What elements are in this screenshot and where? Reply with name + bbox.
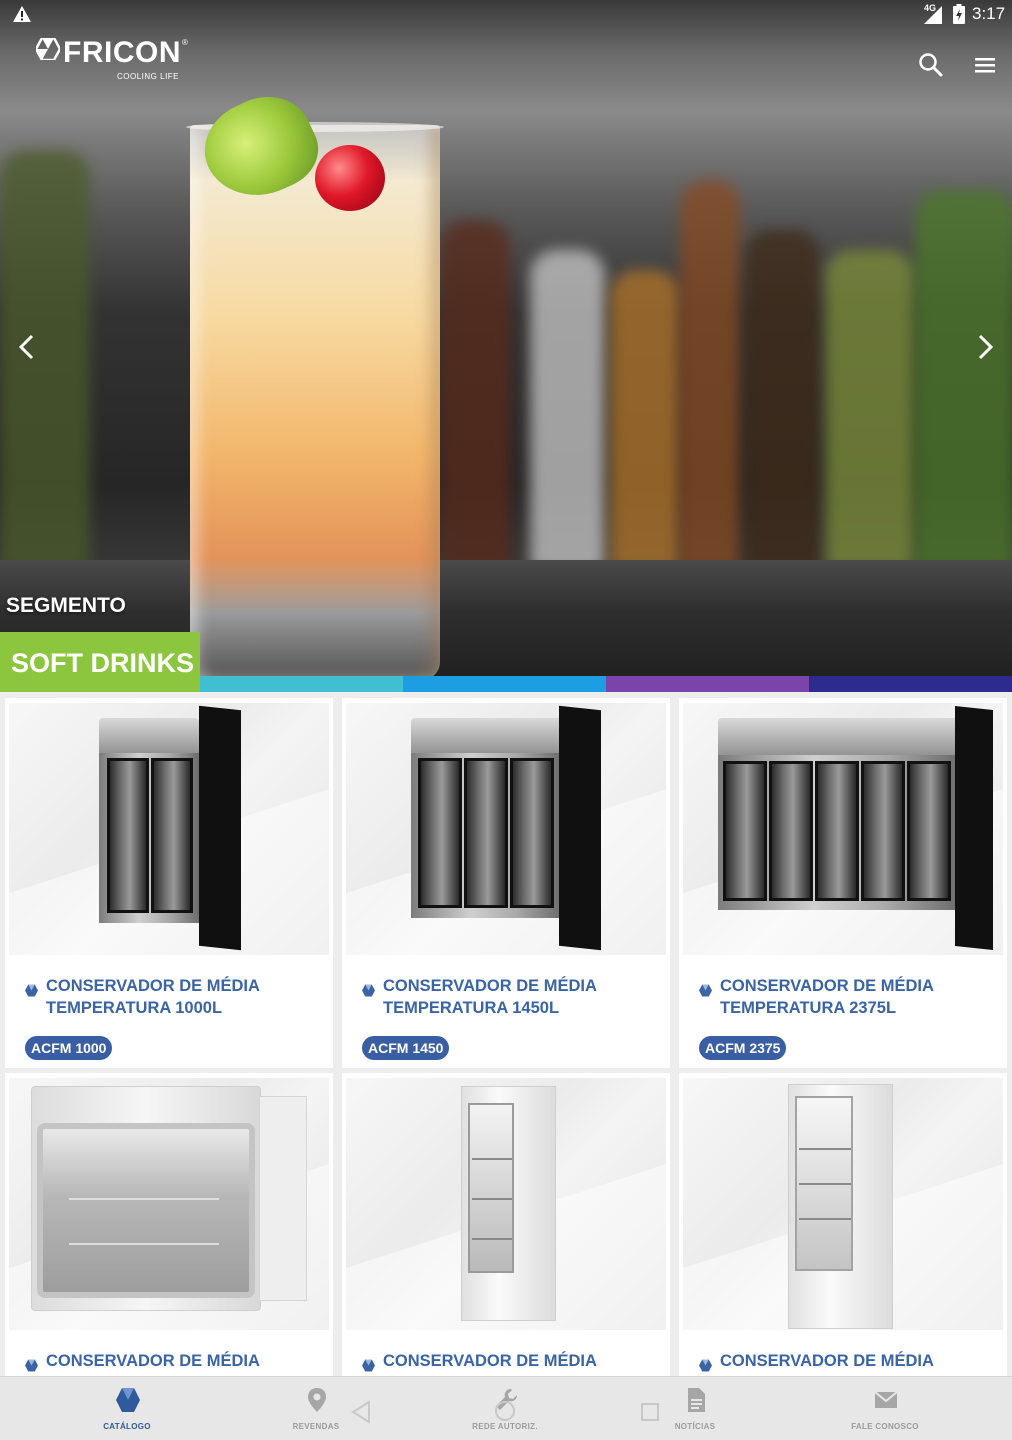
map-pin-icon xyxy=(308,1388,326,1412)
product-card[interactable]: CONSERVADOR DE MÉDIA TEMPERATURA 1000L A… xyxy=(5,698,333,1068)
fricon-mark-icon xyxy=(25,984,38,997)
product-image xyxy=(346,703,666,955)
fricon-logo[interactable]: FRICON ® COOLING LIFE xyxy=(36,36,196,86)
catalog-icon xyxy=(116,1388,140,1412)
fricon-mark-icon xyxy=(362,1359,375,1372)
product-image xyxy=(9,1078,329,1330)
nav-contact[interactable]: FALE CONOSCO xyxy=(790,1377,980,1440)
envelope-icon xyxy=(874,1391,898,1408)
product-image xyxy=(9,703,329,955)
cherry xyxy=(315,145,385,211)
warning-icon xyxy=(13,6,31,22)
product-card[interactable]: CONSERVADOR DE MÉDIA TEMPERATURA 73L xyxy=(5,1073,333,1380)
product-title: CONSERVADOR DE MÉDIA TEMPERATURA 1000L xyxy=(46,977,260,1017)
carousel-prev-icon[interactable] xyxy=(12,330,42,364)
system-home-icon[interactable] xyxy=(494,1400,516,1422)
product-grid: CONSERVADOR DE MÉDIA TEMPERATURA 1000L A… xyxy=(0,692,1012,1380)
search-icon[interactable] xyxy=(916,50,946,80)
bg-bottle xyxy=(530,250,605,570)
product-code-badge: ACFM 2375 xyxy=(699,1036,787,1060)
bg-bottle xyxy=(440,220,510,570)
product-card[interactable]: CONSERVADOR DE MÉDIA TEMPERATURA 284L xyxy=(342,1073,670,1380)
segment-color-bar[interactable] xyxy=(606,676,809,692)
bg-bottle xyxy=(825,250,915,570)
system-recents-icon[interactable] xyxy=(640,1402,660,1422)
nav-network-label: REDE AUTORIZ. xyxy=(472,1422,538,1431)
segment-name: SOFT DRINKS xyxy=(11,648,195,678)
product-image xyxy=(346,1078,666,1330)
segment-name-tag[interactable]: SOFT DRINKS xyxy=(0,632,200,692)
segment-color-bar[interactable] xyxy=(403,676,606,692)
fricon-mark-icon xyxy=(25,1359,38,1372)
fricon-mark-icon xyxy=(699,984,712,997)
bg-bottle xyxy=(680,180,740,570)
brand-tagline: COOLING LIFE xyxy=(117,72,180,81)
document-icon xyxy=(688,1388,705,1412)
hero-banner: 4G 3:17 FRICON ® COOLING LIFE SEGMENTO S… xyxy=(0,0,1012,692)
status-bar: 4G 3:17 xyxy=(0,0,1012,30)
nav-catalog[interactable]: CATÁLOGO xyxy=(32,1377,222,1440)
registered-mark: ® xyxy=(182,38,188,47)
carousel-next-icon[interactable] xyxy=(970,330,1000,364)
product-card[interactable]: CONSERVADOR DE MÉDIA TEMPERATURA 2375L A… xyxy=(679,698,1007,1068)
nav-contact-label: FALE CONOSCO xyxy=(851,1422,919,1431)
segment-label: SEGMENTO xyxy=(6,594,126,617)
nav-news-label: NOTÍCIAS xyxy=(674,1422,716,1431)
product-image xyxy=(683,703,1003,955)
clock: 3:17 xyxy=(972,4,1006,23)
segment-color-bar[interactable] xyxy=(809,676,1012,692)
battery-charging-icon xyxy=(953,4,965,24)
segment-color-bar[interactable] xyxy=(200,676,403,692)
nav-dealers[interactable]: REVENDAS xyxy=(221,1377,411,1440)
brand-name: FRICON xyxy=(63,36,181,69)
bg-bottle xyxy=(610,270,680,570)
nav-news[interactable]: NOTÍCIAS xyxy=(600,1377,790,1440)
product-title: CONSERVADOR DE MÉDIA TEMPERATURA 1450L xyxy=(383,977,597,1017)
fricon-mark-icon xyxy=(699,1359,712,1372)
signal-icon xyxy=(924,6,942,24)
fricon-mark-icon xyxy=(36,38,60,60)
drink-glass xyxy=(190,125,440,680)
system-back-icon[interactable] xyxy=(350,1400,372,1424)
menu-icon[interactable] xyxy=(970,50,1000,80)
bg-bottle xyxy=(745,230,820,570)
product-code-badge: ACFM 1000 xyxy=(25,1036,113,1060)
bg-bottle xyxy=(915,190,1012,570)
product-card[interactable]: CONSERVADOR DE MÉDIA TEMPERATURA 1450L A… xyxy=(342,698,670,1068)
product-code-badge: ACFM 1450 xyxy=(362,1036,450,1060)
nav-dealers-label: REVENDAS xyxy=(292,1422,340,1431)
product-image xyxy=(683,1078,1003,1330)
app-screen: 4G 3:17 FRICON ® COOLING LIFE SEGMENTO S… xyxy=(0,0,1012,1440)
nav-catalog-label: CATÁLOGO xyxy=(103,1422,151,1431)
product-title: CONSERVADOR DE MÉDIA TEMPERATURA 2375L xyxy=(720,977,934,1017)
product-card[interactable]: CONSERVADOR DE MÉDIA TEMPERATURA 402L xyxy=(679,1073,1007,1380)
fricon-mark-icon xyxy=(362,984,375,997)
